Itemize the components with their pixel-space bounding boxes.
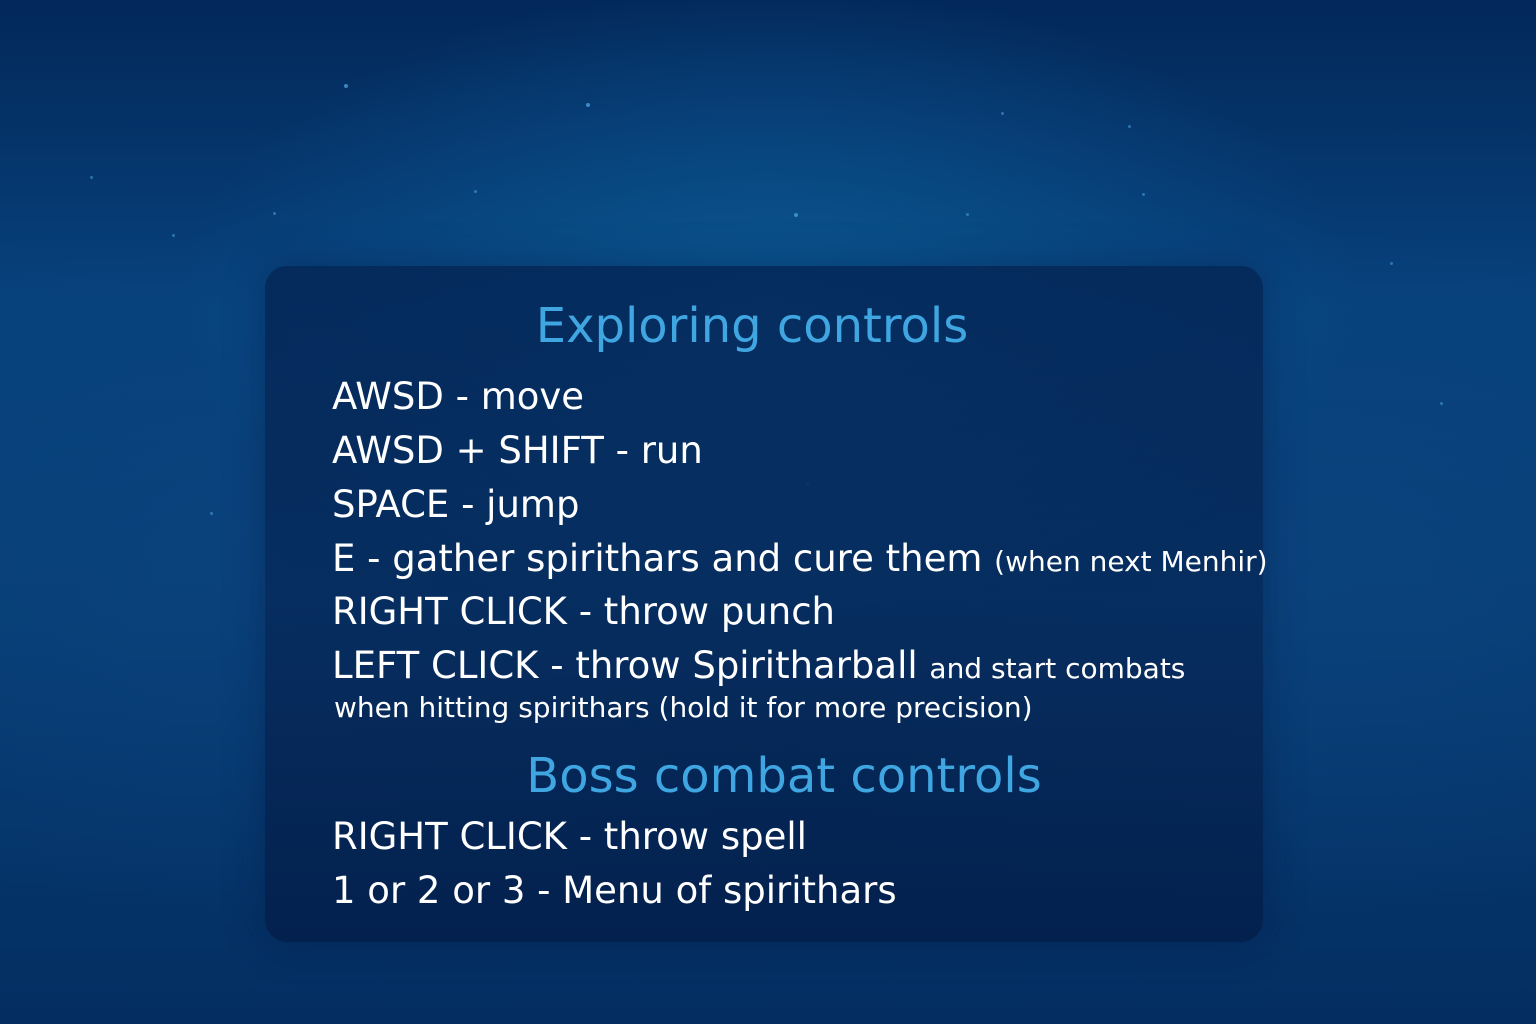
control-line-spell: RIGHT CLICK - throw spell xyxy=(332,818,807,855)
star xyxy=(273,212,276,215)
control-line-menu: 1 or 2 or 3 - Menu of spirithars xyxy=(332,872,897,909)
control-text: SPACE - jump xyxy=(332,483,580,526)
control-note: and start combats xyxy=(929,652,1186,685)
control-line-run: AWSD + SHIFT - run xyxy=(332,432,703,469)
control-text: 1 or 2 or 3 - Menu of spirithars xyxy=(332,869,897,912)
star xyxy=(1142,193,1145,196)
control-line-continuation: when hitting spirithars (hold it for mor… xyxy=(334,691,1033,724)
star xyxy=(966,213,969,216)
control-text: AWSD - move xyxy=(332,375,585,418)
boss-combat-controls-title: Boss combat controls xyxy=(526,748,1042,804)
control-text: E - gather spirithars and cure them xyxy=(332,537,983,580)
control-line-move: AWSD - move xyxy=(332,378,584,415)
exploring-controls-title: Exploring controls xyxy=(535,298,969,354)
star xyxy=(586,103,590,107)
star xyxy=(1390,262,1393,265)
controls-panel: Exploring controls AWSD - move AWSD + SH… xyxy=(265,266,1268,942)
control-line-jump: SPACE - jump xyxy=(332,486,579,523)
control-line-punch: RIGHT CLICK - throw punch xyxy=(332,593,835,630)
star xyxy=(794,213,798,217)
control-text: AWSD + SHIFT - run xyxy=(332,429,703,472)
control-line-spiritharball: LEFT CLICK - throw Spiritharball and sta… xyxy=(332,647,1185,684)
star xyxy=(474,190,477,193)
control-line-gather: E - gather spirithars and cure them (whe… xyxy=(332,540,1268,577)
control-text: LEFT CLICK - throw Spiritharball xyxy=(332,644,918,687)
star xyxy=(344,84,348,88)
star xyxy=(1440,402,1443,405)
star xyxy=(1128,125,1131,128)
control-text: RIGHT CLICK - throw spell xyxy=(332,815,807,858)
control-note: (when next Menhir) xyxy=(994,545,1268,578)
control-text: RIGHT CLICK - throw punch xyxy=(332,590,836,633)
star xyxy=(1001,112,1004,115)
star xyxy=(90,176,93,179)
star xyxy=(210,512,213,515)
star xyxy=(172,234,175,237)
